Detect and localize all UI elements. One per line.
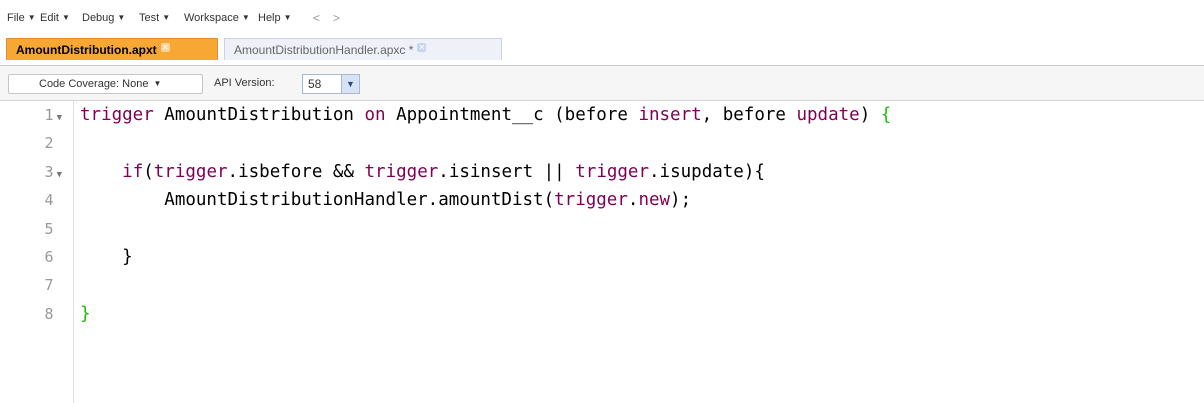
code-keyword: trigger (364, 162, 439, 182)
chevron-down-icon: ▼ (241, 13, 250, 22)
fold-icon[interactable]: ▼ (57, 113, 62, 123)
forward-arrow-icon[interactable]: > (333, 11, 340, 25)
chevron-down-icon: ▼ (61, 13, 70, 22)
menu-workspace[interactable]: Workspace ▼ (184, 12, 250, 24)
tab-amount-distribution-trigger[interactable]: AmountDistribution.apxt ✕ (6, 38, 218, 60)
chevron-down-icon[interactable]: ▼ (341, 75, 359, 93)
code-text: AmountDistribution (153, 105, 365, 125)
chevron-down-icon: ▼ (162, 13, 171, 22)
chevron-down-icon: ▼ (117, 13, 126, 22)
menu-test-label: Test (139, 12, 160, 24)
line-number-text: 5 (44, 220, 54, 238)
code-line[interactable]: } (80, 243, 133, 271)
tab-label: AmountDistribution.apxt (16, 43, 157, 57)
line-number: 8▼ (0, 300, 62, 328)
back-arrow-icon[interactable]: < (313, 11, 320, 25)
code-text: ); (670, 190, 692, 210)
code-keyword: trigger (554, 190, 628, 210)
code-coverage-label: Code Coverage: None (39, 78, 149, 90)
line-number: 2▼ (0, 129, 62, 157)
code-text: .isupdate){ (649, 162, 765, 182)
menu-debug[interactable]: Debug ▼ (82, 12, 125, 24)
code-keyword: insert (638, 105, 702, 125)
code-keyword: on (364, 105, 386, 125)
code-line[interactable]: if(trigger.isbefore && trigger.isinsert … (80, 158, 765, 186)
line-number-text: 3 (44, 163, 54, 181)
menu-debug-label: Debug (82, 12, 115, 24)
line-number-text: 4 (44, 191, 54, 209)
fold-icon[interactable]: ▼ (57, 170, 62, 180)
code-editor[interactable]: 1▼ 2▼ 3▼ 4▼ 5▼ 6▼ 7▼ 8▼ trigger AmountDi… (0, 101, 1204, 403)
chevron-down-icon: ▼ (283, 13, 292, 22)
line-number-gutter: 1▼ 2▼ 3▼ 4▼ 5▼ 6▼ 7▼ 8▼ (0, 101, 74, 403)
menu-help[interactable]: Help ▼ (258, 12, 292, 24)
code-text: .isinsert || (438, 162, 576, 182)
api-version-label: API Version: (214, 77, 275, 89)
line-number-text: 2 (44, 134, 54, 152)
code-text: .isbefore && (227, 162, 365, 182)
menu-bar: File ▼ Edit ▼ Debug ▼ Test ▼ Workspace ▼ Help… (0, 0, 1204, 38)
code-line[interactable]: } (80, 300, 91, 328)
line-number-text: 8 (44, 305, 54, 323)
code-keyword: if (122, 162, 144, 182)
code-line[interactable]: trigger AmountDistribution on Appointmen… (80, 101, 891, 129)
code-keyword: new (638, 190, 671, 210)
code-text: } (80, 247, 133, 267)
line-number: 5▼ (0, 215, 62, 243)
line-number: 3 ▼ (0, 158, 62, 186)
menu-file-label: File (7, 12, 25, 24)
code-line[interactable]: AmountDistributionHandler.amountDist(tri… (80, 186, 691, 214)
api-version-select[interactable]: 58 ▼ (302, 74, 360, 94)
line-number: 4▼ (0, 186, 62, 214)
line-number-text: 7 (44, 276, 54, 294)
code-coverage-dropdown[interactable]: Code Coverage: None ▼ (8, 74, 203, 94)
chevron-down-icon: ▼ (27, 13, 36, 22)
close-icon[interactable]: ✕ (417, 43, 427, 52)
line-number: 1 ▼ (0, 101, 62, 129)
code-text: AmountDistributionHandler.amountDist( (80, 190, 555, 210)
editor-toolbar: Code Coverage: None ▼ API Version: 58 ▼ (0, 66, 1204, 101)
code-keyword: trigger (80, 105, 154, 125)
menu-test[interactable]: Test ▼ (139, 12, 170, 24)
tab-bar: AmountDistribution.apxt ✕ AmountDistribut… (0, 38, 1204, 66)
line-number: 6▼ (0, 243, 62, 271)
menu-workspace-label: Workspace (184, 12, 239, 24)
line-number-text: 1 (44, 106, 54, 124)
code-keyword: trigger (575, 162, 650, 182)
code-bracket: } (80, 304, 91, 324)
code-text: , before (701, 105, 797, 125)
code-text: Appointment__c (before (385, 105, 639, 125)
api-version-value: 58 (308, 77, 322, 91)
close-icon[interactable]: ✕ (160, 43, 170, 52)
code-text: . (627, 190, 639, 210)
menu-help-label: Help (258, 12, 281, 24)
line-number-text: 6 (44, 248, 54, 266)
menu-edit-label: Edit (40, 12, 59, 24)
code-text: ) (859, 105, 881, 125)
menu-edit[interactable]: Edit ▼ (40, 12, 70, 24)
code-text: ( (143, 162, 154, 182)
line-number: 7▼ (0, 271, 62, 299)
code-bracket: { (880, 105, 892, 125)
menu-file[interactable]: File ▼ (7, 12, 36, 24)
code-keyword: update (796, 105, 860, 125)
code-keyword: trigger (153, 162, 228, 182)
tab-label: AmountDistributionHandler.apxc * (234, 43, 414, 57)
tab-amount-distribution-handler[interactable]: AmountDistributionHandler.apxc * ✕ (224, 38, 502, 60)
chevron-down-icon: ▼ (153, 79, 162, 88)
